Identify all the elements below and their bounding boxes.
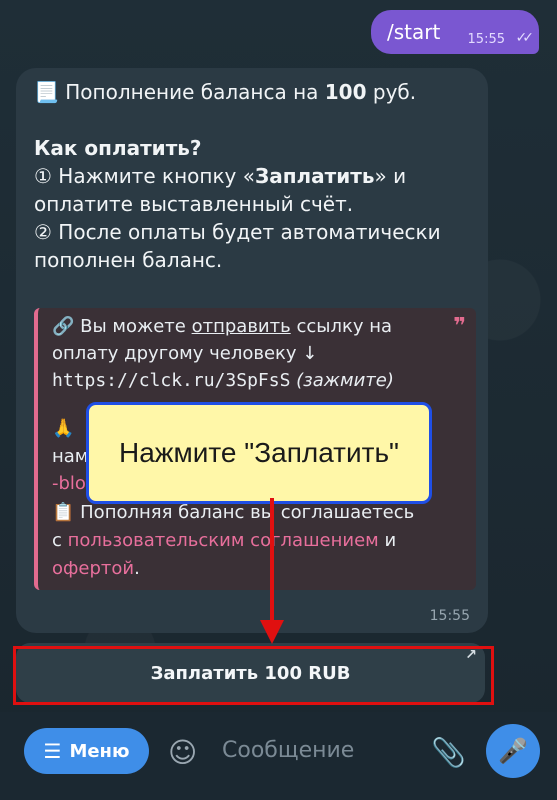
message-title-line: 📃 Пополнение баланса на 100 руб. bbox=[34, 80, 417, 104]
message-time: 15:55 bbox=[429, 608, 470, 624]
highlight-box bbox=[13, 646, 494, 705]
quote-line-6[interactable]: -blo bbox=[52, 473, 86, 494]
sent-message[interactable]: /start 15:55 ✓✓ bbox=[371, 10, 539, 54]
offer-link[interactable]: офертой bbox=[52, 558, 134, 579]
emoji-icon[interactable]: ☺ bbox=[168, 736, 197, 769]
instruction-tooltip: Нажмите "Заплатить" bbox=[86, 402, 432, 504]
menu-icon: ☰ bbox=[43, 739, 62, 763]
quote-line-2: оплату другому человеку ↓ bbox=[52, 343, 318, 364]
step-1-cont: оплатите выставленный счёт. bbox=[34, 192, 354, 216]
quote-line-8: с пользовательским соглашением и bbox=[52, 530, 397, 551]
step-1: ① Нажмите кнопку «Заплатить» и bbox=[34, 164, 407, 188]
sent-message-time: 15:55 bbox=[467, 32, 505, 47]
send-link[interactable]: отправить bbox=[192, 316, 291, 337]
menu-button[interactable]: ☰ Меню bbox=[24, 728, 149, 774]
sent-message-text: /start bbox=[387, 20, 441, 44]
clipboard-icon: 📋 bbox=[52, 502, 75, 523]
user-agreement-link[interactable]: пользовательским соглашением bbox=[68, 530, 379, 551]
payment-url[interactable]: https://clck.ru/3SpFsS bbox=[52, 370, 290, 391]
bot-message[interactable]: 📃 Пополнение баланса на 100 руб. Как опл… bbox=[16, 68, 488, 633]
tooltip-text: Нажмите "Заплатить" bbox=[119, 437, 399, 468]
how-to-pay-heading: Как оплатить? bbox=[34, 136, 202, 160]
quote-line-9: офертой. bbox=[52, 558, 140, 579]
mic-icon: 🎤 bbox=[498, 737, 528, 765]
link-icon: 🔗 bbox=[52, 316, 75, 337]
pointer-arrow-head bbox=[260, 620, 284, 644]
quote-icon: ❞ bbox=[453, 314, 466, 339]
step-2-cont: пополнен баланс. bbox=[34, 248, 223, 272]
read-receipt-icon: ✓✓ bbox=[515, 30, 535, 46]
message-input[interactable]: Сообщение bbox=[222, 738, 354, 763]
quote-line-3: https://clck.ru/3SpFsS (зажмите) bbox=[52, 370, 394, 391]
page-emoji-icon: 📃 bbox=[34, 80, 59, 104]
pointer-arrow-line bbox=[270, 498, 274, 626]
pray-icon: 🙏 bbox=[52, 418, 75, 439]
step-2: ② После оплаты будет автоматически bbox=[34, 220, 441, 244]
quote-line-1: 🔗 Вы можете отправить ссылку на bbox=[52, 316, 392, 337]
menu-label: Меню bbox=[69, 740, 130, 762]
quote-line-5: нам bbox=[52, 446, 89, 467]
attach-icon[interactable]: 📎 bbox=[431, 736, 466, 769]
quote-line-7: 📋 Пополняя баланс вы соглашаетесь bbox=[52, 502, 415, 523]
mic-button[interactable]: 🎤 bbox=[486, 724, 540, 778]
